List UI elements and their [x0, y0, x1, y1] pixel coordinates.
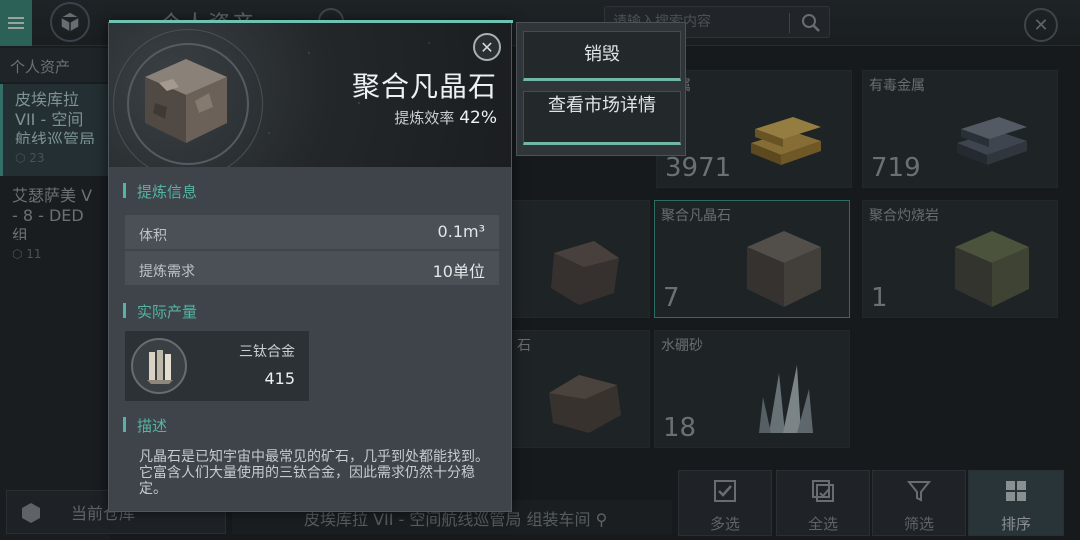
refine-efficiency: 提炼效率 42%	[394, 107, 497, 128]
item-detail-panel: ✕ 聚合凡晶石 提炼效率 42% 提炼信息 体积 0.1m³ 提炼需求 10单位…	[108, 20, 513, 512]
destroy-button[interactable]: 销毁	[523, 31, 681, 81]
refine-info-heading: 提炼信息	[123, 181, 197, 202]
item-description: 凡晶石是已知宇宙中最常见的矿石，几乎到处都能找到。它富含人们大量使用的三钛合金，…	[139, 449, 489, 497]
volume-row: 体积 0.1m³	[125, 215, 499, 249]
requirement-label: 提炼需求	[139, 264, 195, 280]
alloy-bars-icon	[147, 350, 173, 384]
requirement-row: 提炼需求 10单位	[125, 251, 499, 285]
product-name: 三钛合金	[239, 344, 295, 360]
requirement-value: 10单位	[432, 262, 485, 281]
view-market-details-button[interactable]: 查看市场详情	[523, 91, 681, 145]
efficiency-label: 提炼效率	[394, 109, 455, 127]
description-heading: 描述	[123, 415, 167, 436]
volume-value: 0.1m³	[437, 222, 485, 241]
item-title: 聚合凡晶石	[351, 70, 497, 103]
volume-label: 体积	[139, 228, 167, 244]
product-card[interactable]: 三钛合金 415	[125, 331, 309, 401]
close-detail-icon[interactable]: ✕	[473, 33, 501, 61]
detail-header: ✕ 聚合凡晶石 提炼效率 42%	[109, 23, 511, 167]
context-menu: 销毁 查看市场详情	[516, 22, 686, 156]
product-icon-ring	[131, 338, 187, 394]
ore-cube-icon	[145, 59, 227, 143]
efficiency-value: 42%	[459, 108, 497, 128]
output-heading: 实际产量	[123, 301, 197, 322]
product-quantity: 415	[264, 369, 295, 388]
